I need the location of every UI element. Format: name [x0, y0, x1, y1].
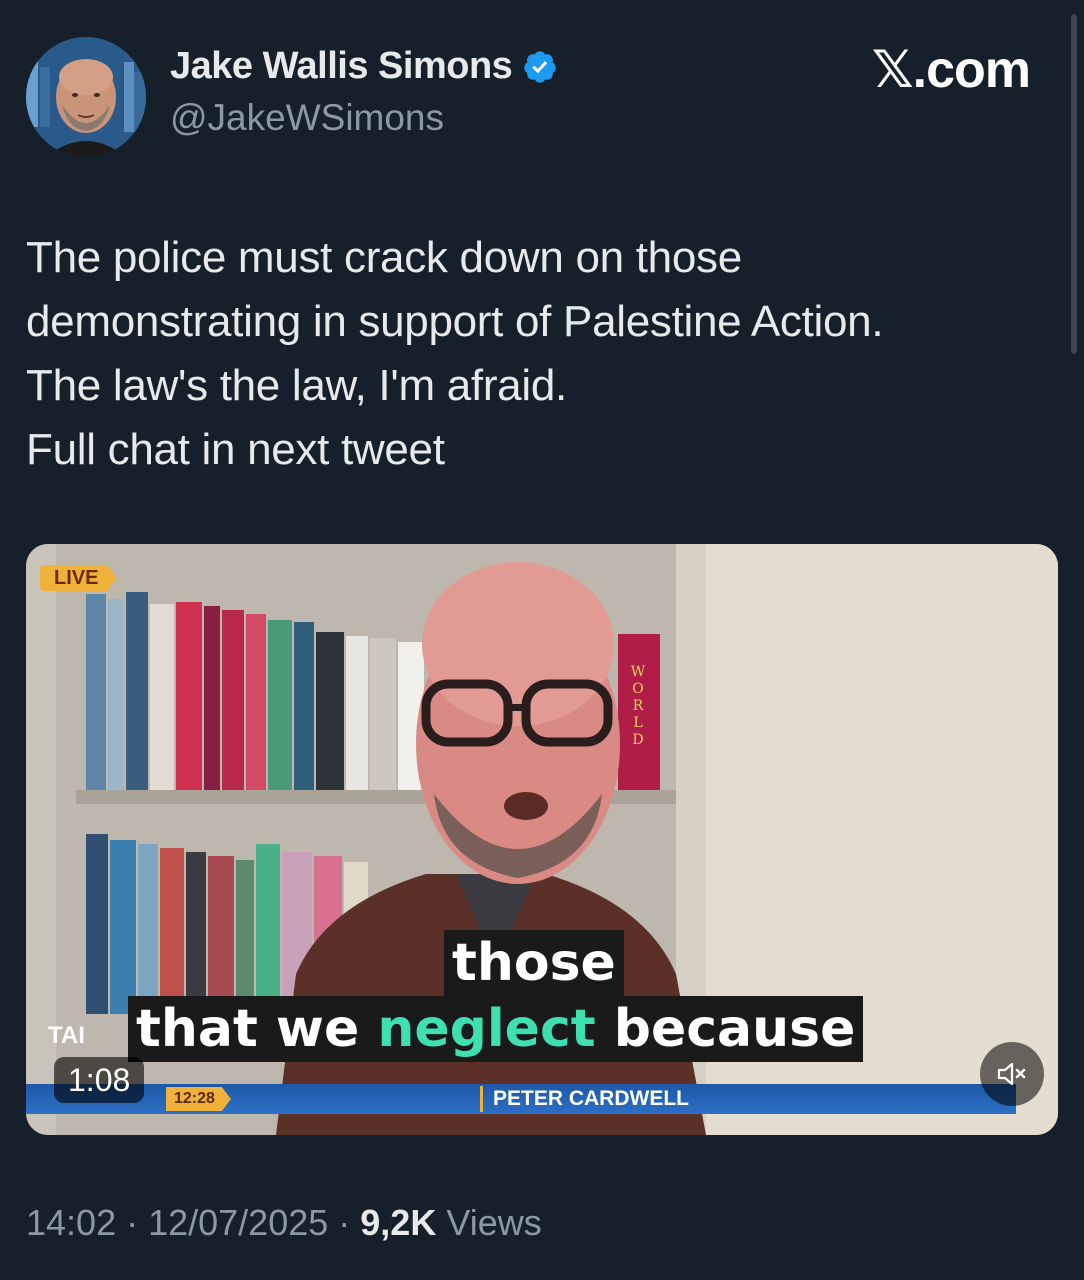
channel-logo-text: TAI: [48, 1022, 85, 1049]
tweet-line: The police must crack down on those: [26, 233, 742, 282]
ticker-name: PETER CARDWELL: [480, 1086, 699, 1112]
caption-line-bottom: that we neglect because: [128, 996, 864, 1062]
views-label[interactable]: Views: [436, 1202, 541, 1243]
meta-separator: ·: [116, 1202, 149, 1243]
tweet-text: The police must crack down on those demo…: [26, 226, 1046, 482]
book-spine-text: WORLD: [630, 664, 646, 748]
tweet-line: Full chat in next tweet: [26, 425, 445, 474]
ticker-time: 12:28: [166, 1087, 231, 1111]
tweet-line: demonstrating in support of Palestine Ac…: [26, 297, 884, 346]
live-badge: LIVE: [40, 565, 117, 591]
views-count[interactable]: 9,2K: [360, 1202, 436, 1243]
author-avatar[interactable]: [26, 37, 146, 157]
display-name-text: Jake Wallis Simons: [170, 45, 513, 87]
site-tag: 𝕏.com: [871, 41, 1031, 99]
caption-line-top: those: [444, 930, 624, 996]
tweet-date[interactable]: 12/07/2025: [148, 1202, 328, 1243]
speaker-muted-icon: [997, 1062, 1026, 1086]
meta-separator: ·: [328, 1202, 361, 1243]
author-display-name[interactable]: Jake Wallis Simons: [170, 45, 558, 88]
caption-highlight-word: neglect: [377, 999, 596, 1059]
caption-text: because: [595, 999, 856, 1059]
video-player[interactable]: WORLD LIVE 12:28 PETER CARDWELL those th…: [26, 544, 1058, 1135]
tweet-time[interactable]: 14:02: [26, 1202, 116, 1243]
verified-badge-icon: [524, 50, 557, 83]
avatar-image: [26, 37, 146, 157]
mute-toggle-button[interactable]: [980, 1042, 1044, 1106]
tweet-metadata: 14:02 · 12/07/2025 · 9,2K Views: [26, 1202, 542, 1244]
video-duration: 1:08: [54, 1057, 145, 1103]
caption-text: that we: [136, 999, 378, 1059]
author-handle[interactable]: @JakeWSimons: [170, 97, 444, 139]
lower-third-ticker: 12:28 PETER CARDWELL: [26, 1084, 1016, 1114]
tweet-line: The law's the law, I'm afraid.: [26, 361, 567, 410]
scrollbar[interactable]: [1071, 14, 1077, 354]
